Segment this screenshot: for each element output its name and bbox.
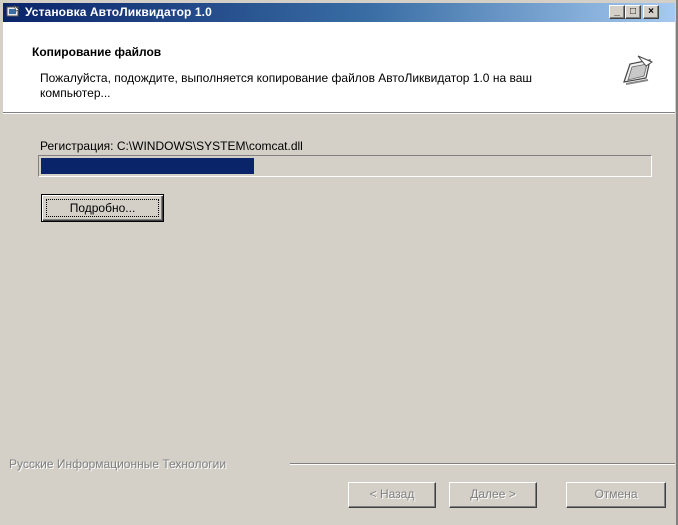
page-title: Копирование файлов (32, 45, 162, 59)
details-button[interactable]: Подробно... (41, 194, 164, 222)
status-text: Регистрация: C:\WINDOWS\SYSTEM\comcat.dl… (40, 139, 303, 153)
minimize-button[interactable]: _ (609, 5, 625, 19)
title-bar[interactable]: Установка АвтоЛиквидатор 1.0 _ □ × (3, 3, 675, 22)
setup-app-icon (6, 4, 20, 17)
back-button[interactable]: < Назад (348, 482, 436, 508)
branding-text: Русские Информационные Технологии (9, 457, 231, 471)
maximize-button[interactable]: □ (625, 5, 641, 19)
window-title: Установка АвтоЛиквидатор 1.0 (25, 5, 212, 19)
branding-divider (290, 463, 676, 465)
progress-bar (38, 155, 652, 177)
close-button[interactable]: × (643, 5, 659, 19)
wizard-header: Копирование файлов Пожалуйста, подождите… (3, 22, 675, 113)
setup-computer-icon (623, 55, 654, 85)
details-button-label: Подробно... (46, 199, 159, 217)
progress-fill (41, 158, 254, 174)
next-button[interactable]: Далее > (449, 482, 537, 508)
cancel-button[interactable]: Отмена (566, 482, 666, 508)
page-description: Пожалуйста, подождите, выполняется копир… (40, 71, 532, 100)
installer-window: Установка АвтоЛиквидатор 1.0 _ □ × Копир… (0, 0, 678, 525)
